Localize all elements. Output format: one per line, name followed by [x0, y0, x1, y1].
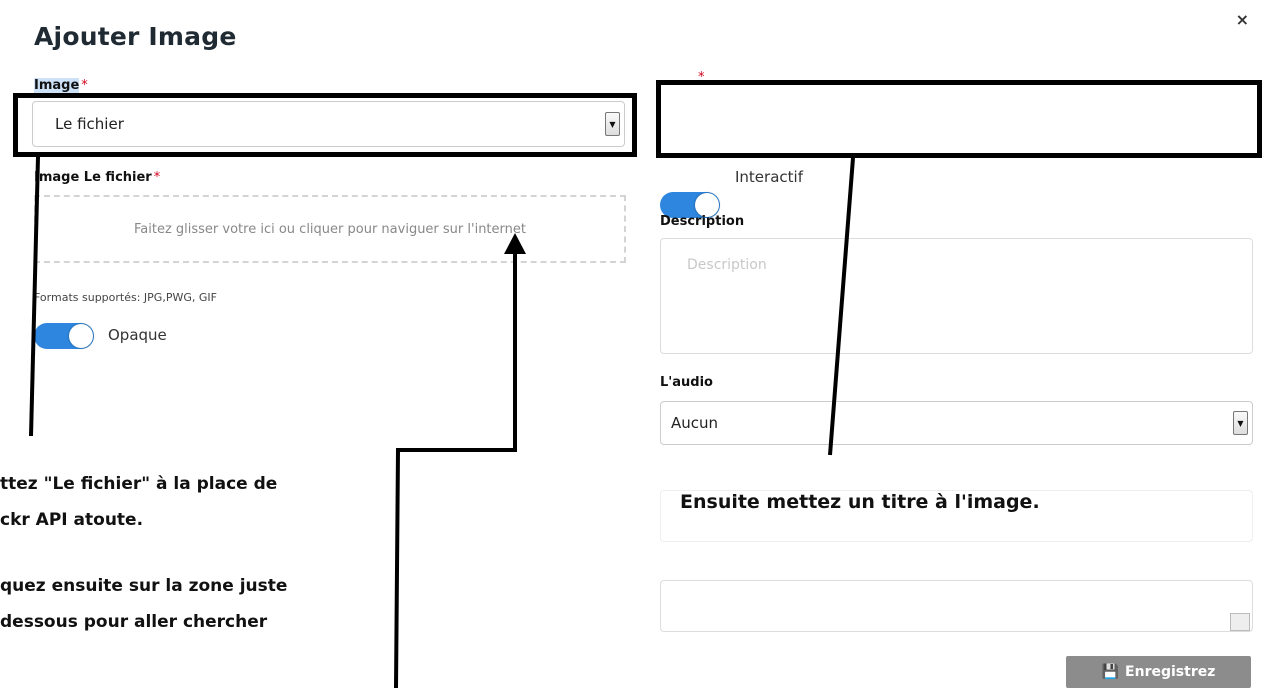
annotation-text-right: Ensuite mettez un titre à l'image.	[680, 491, 1040, 513]
annotation-text-line4: dessous pour aller chercher	[0, 612, 268, 632]
annotation-arrowhead	[504, 233, 526, 254]
annotation-line-right	[828, 157, 855, 456]
annotation-text-line2: ckr API atoute.	[0, 510, 144, 530]
annotation-text-line5-cropped	[0, 648, 6, 684]
annotation-text-line1: ttez "Le fichier" à la place de	[0, 474, 278, 494]
annotation-arrow-line	[394, 252, 517, 688]
annotation-text-line3: quez ensuite sur la zone juste	[0, 576, 288, 596]
annotation-line-left	[29, 156, 40, 437]
